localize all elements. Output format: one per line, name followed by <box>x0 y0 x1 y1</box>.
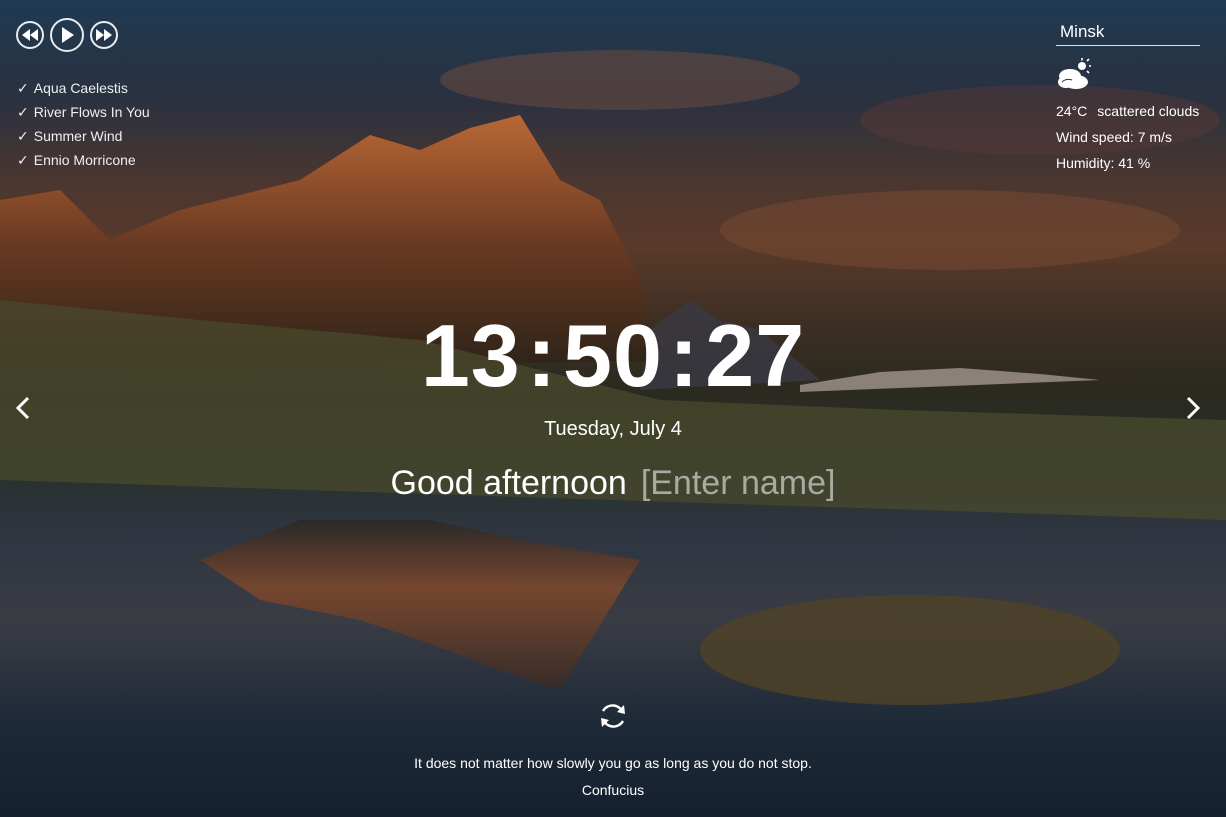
track-title: Ennio Morricone <box>33 152 136 168</box>
prev-track-button[interactable] <box>16 21 44 49</box>
check-icon: ✓ <box>17 80 29 96</box>
quote-text: It does not matter how slowly you go as … <box>414 755 812 771</box>
background-landscape-image <box>0 50 1226 705</box>
name-input[interactable]: [Enter name] <box>641 464 836 502</box>
weather-description: scattered clouds <box>1097 103 1200 119</box>
next-background-button[interactable] <box>1184 394 1202 422</box>
playlist-item[interactable]: ✓ Summer Wind <box>17 124 150 148</box>
refresh-icon <box>601 704 625 728</box>
clock-separator: : <box>668 306 700 405</box>
clock: 13:50:27 <box>0 306 1226 406</box>
temperature: 24°C <box>1056 103 1088 119</box>
play-button[interactable] <box>50 18 84 52</box>
track-title: River Flows In You <box>33 104 150 120</box>
playlist: ✓ Aqua Caelestis ✓ River Flows In You ✓ Sum… <box>17 76 150 172</box>
check-icon: ✓ <box>17 128 29 144</box>
humidity: Humidity: 41 % <box>1056 155 1151 171</box>
audio-player <box>16 18 118 52</box>
check-icon: ✓ <box>17 152 29 168</box>
greeting-text: Good afternoon <box>390 464 627 502</box>
next-track-button[interactable] <box>90 21 118 49</box>
track-title: Summer Wind <box>33 128 123 144</box>
wind-speed: Wind speed: 7 m/s <box>1056 129 1172 145</box>
prev-background-button[interactable] <box>14 394 32 422</box>
rewind-icon <box>22 29 38 41</box>
weather-widget: 24°C scattered clouds Wind speed: 7 m/s H… <box>1056 20 1200 171</box>
playlist-item[interactable]: ✓ Ennio Morricone <box>17 148 150 172</box>
clock-hours: 13 <box>420 306 521 405</box>
scattered-clouds-icon <box>1058 58 1091 89</box>
weather-summary: 24°C scattered clouds <box>1056 103 1200 119</box>
track-title: Aqua Caelestis <box>33 80 128 96</box>
clock-separator: : <box>526 306 558 405</box>
quote-author: Confucius <box>581 782 645 798</box>
background-stage: ✓ Aqua Caelestis ✓ River Flows In You ✓ Sum… <box>0 0 1226 817</box>
city-input[interactable] <box>1056 20 1200 46</box>
greeting: Good afternoon [Enter name] <box>0 464 1226 503</box>
check-icon: ✓ <box>17 104 29 120</box>
clock-minutes: 50 <box>563 306 663 405</box>
play-icon <box>62 27 74 43</box>
date: Tuesday, July 4 <box>544 418 682 440</box>
refresh-quote-button[interactable] <box>598 701 628 731</box>
playlist-item[interactable]: ✓ Aqua Caelestis <box>17 76 150 100</box>
playlist-item[interactable]: ✓ River Flows In You <box>17 100 150 124</box>
fast-forward-icon <box>96 29 112 41</box>
clock-seconds: 27 <box>705 306 806 405</box>
